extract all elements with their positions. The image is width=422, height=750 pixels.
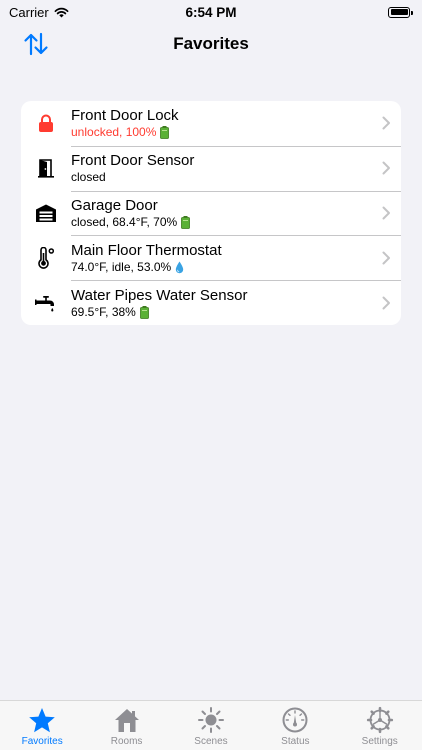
tab-label: Favorites [21, 736, 63, 747]
lock-icon [39, 114, 53, 133]
house-icon [114, 708, 139, 732]
tab-label: Settings [361, 736, 398, 747]
carrier-signal: Carrier [9, 5, 69, 20]
item-title: Front Door Sensor [71, 152, 195, 170]
tab-label: Rooms [110, 736, 143, 747]
list-item[interactable]: Front Door Lock unlocked, 100% [21, 101, 401, 146]
battery-icon [139, 305, 149, 319]
list-item[interactable]: Garage Door closed, 68.4°F, 70% [21, 190, 401, 236]
item-status: closed [71, 170, 106, 185]
battery-icon [388, 6, 413, 18]
tab-status[interactable]: Status [253, 705, 337, 747]
chevron-right-icon [382, 161, 390, 175]
chevron-right-icon [382, 116, 390, 130]
sun-icon [197, 707, 224, 733]
chevron-right-icon [382, 251, 390, 265]
door-icon [38, 159, 54, 178]
navigation-bar: Favorites [0, 24, 422, 64]
item-status: 69.5°F, 38% [71, 305, 371, 320]
tab-label: Scenes [194, 736, 228, 747]
tab-bar: Favorites Rooms Scenes Status Settings [0, 700, 422, 750]
tab-favorites[interactable]: Favorites [0, 705, 84, 747]
chevron-right-icon [382, 296, 390, 310]
gear-icon [366, 706, 393, 734]
tab-rooms[interactable]: Rooms [85, 705, 169, 747]
item-title: Garage Door [71, 196, 158, 214]
faucet-icon [35, 295, 54, 312]
page-title: Favorites [173, 34, 249, 53]
water-drop-icon [176, 261, 184, 273]
battery-icon [181, 215, 191, 229]
list-item[interactable]: Main Floor Thermostat 74.0°F, idle, 53.0… [21, 235, 401, 280]
carrier-label: Carrier [9, 4, 49, 20]
gauge-icon [282, 707, 308, 733]
thermometer-icon [38, 246, 55, 269]
item-title: Water Pipes Water Sensor [71, 286, 248, 304]
item-status: unlocked, 100% [71, 125, 371, 140]
tab-label: Status [281, 736, 310, 747]
garage-icon [36, 204, 56, 222]
item-title: Main Floor Thermostat [71, 241, 222, 259]
favorites-list: Front Door Lock unlocked, 100% Front Doo… [21, 101, 401, 325]
status-bar: Carrier 6:54 PM [0, 0, 422, 24]
chevron-right-icon [382, 206, 390, 220]
wifi-icon [54, 7, 69, 17]
star-icon [29, 707, 55, 732]
item-status: closed, 68.4°F, 70% [71, 215, 371, 230]
list-item[interactable]: Front Door Sensor closed [21, 145, 401, 191]
item-title: Front Door Lock [71, 107, 179, 125]
tab-scenes[interactable]: Scenes [169, 705, 253, 747]
item-status: 74.0°F, idle, 53.0% [71, 260, 371, 275]
list-item[interactable]: Water Pipes Water Sensor 69.5°F, 38% [21, 280, 401, 325]
battery-icon [160, 126, 170, 140]
tab-settings[interactable]: Settings [338, 705, 422, 747]
